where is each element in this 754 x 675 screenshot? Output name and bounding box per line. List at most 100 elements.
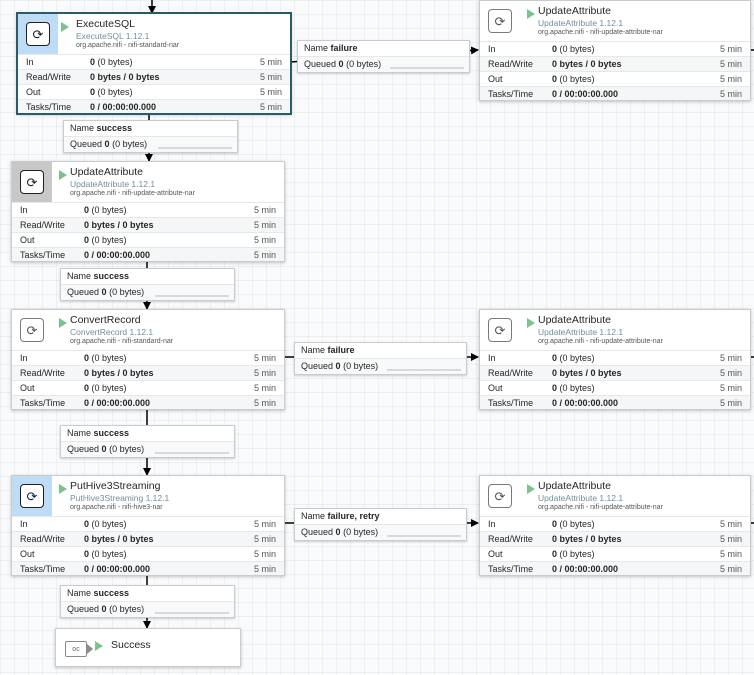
queue-bar (155, 612, 229, 614)
processor-icon: ⟳ (20, 318, 44, 342)
processor-bundle: org.apache.nifi - nifi-update-attribute-… (538, 338, 663, 345)
output-port-success[interactable]: oc Success (55, 628, 241, 667)
connection-name: Name success (67, 428, 130, 438)
processor-name: PutHive3Streaming (70, 480, 161, 492)
processor-icon: ⟳ (20, 484, 44, 508)
stat-out: Out 0 (0 bytes) 5 min (12, 380, 284, 395)
processor-update-attribute[interactable]: ⟳ UpdateAttribute UpdateAttribute 1.12.1… (11, 161, 285, 262)
running-icon (527, 318, 535, 328)
processor-icon: ⟳ (488, 484, 512, 508)
connection-failure-execute-sql[interactable]: Name failure Queued 0 (0 bytes) (297, 40, 470, 73)
processor-type: UpdateAttribute 1.12.1 (538, 493, 624, 503)
processor-update-attribute-bottom-right[interactable]: ⟳ UpdateAttribute UpdateAttribute 1.12.1… (479, 475, 751, 576)
stat-read-write: Read/Write 0 bytes / 0 bytes 5 min (18, 69, 290, 84)
stat-in: In 0 (0 bytes) 5 min (480, 350, 750, 365)
connection-failure-convert-record[interactable]: Name failure Queued 0 (0 bytes) (294, 342, 467, 375)
processor-icon: ⟳ (488, 9, 512, 33)
stat-tasks-time: Tasks/Time 0 / 00:00:00.000 5 min (480, 86, 750, 100)
processor-name: ConvertRecord (70, 314, 141, 326)
stat-out: Out 0 (0 bytes) 5 min (480, 71, 750, 86)
output-port-icon: oc (65, 641, 93, 657)
processor-bundle: org.apache.nifi - nifi-update-attribute-… (538, 29, 663, 36)
processor-icon: ⟳ (26, 22, 50, 46)
running-icon (61, 22, 69, 32)
stat-read-write: Read/Write 0 bytes / 0 bytes 5 min (12, 217, 284, 232)
connection-queued: Queued 0 (0 bytes) (295, 358, 466, 374)
processor-name: UpdateAttribute (538, 314, 611, 326)
output-port-name: Success (111, 639, 151, 651)
processor-execute-sql[interactable]: ⟳ ExecuteSQL ExecuteSQL 1.12.1 org.apach… (17, 13, 291, 114)
queue-bar (155, 295, 229, 297)
connection-name: Name failure (301, 345, 355, 355)
connection-name: Name failure, retry (301, 511, 380, 521)
connection-queued: Queued 0 (0 bytes) (64, 136, 237, 152)
stat-read-write: Read/Write 0 bytes / 0 bytes 5 min (480, 531, 750, 546)
connection-queued: Queued 0 (0 bytes) (61, 441, 234, 457)
stat-tasks-time: Tasks/Time 0 / 00:00:00.000 5 min (18, 99, 290, 113)
running-icon (95, 641, 103, 651)
running-icon (527, 9, 535, 19)
stat-tasks-time: Tasks/Time 0 / 00:00:00.000 5 min (12, 247, 284, 261)
stat-out: Out 0 (0 bytes) 5 min (480, 546, 750, 561)
running-icon (59, 170, 67, 180)
stat-tasks-time: Tasks/Time 0 / 00:00:00.000 5 min (12, 395, 284, 409)
connection-name: Name failure (304, 43, 358, 53)
processor-type: UpdateAttribute 1.12.1 (538, 18, 624, 28)
stat-read-write: Read/Write 0 bytes / 0 bytes 5 min (480, 56, 750, 71)
connection-queued: Queued 0 (0 bytes) (61, 284, 234, 300)
processor-type: ConvertRecord 1.12.1 (70, 327, 154, 337)
processor-bundle: org.apache.nifi - nifi-standard-nar (70, 338, 174, 345)
connection-queued: Queued 0 (0 bytes) (298, 56, 469, 72)
stat-in: In 0 (0 bytes) 5 min (12, 516, 284, 531)
processor-bundle: org.apache.nifi - nifi-standard-nar (76, 42, 180, 49)
running-icon (59, 484, 67, 494)
processor-name: UpdateAttribute (538, 480, 611, 492)
stat-out: Out 0 (0 bytes) 5 min (18, 84, 290, 99)
connection-name: Name success (67, 588, 130, 598)
stat-in: In 0 (0 bytes) 5 min (480, 516, 750, 531)
queue-bar (158, 147, 232, 149)
stat-out: Out 0 (0 bytes) 5 min (12, 546, 284, 561)
queue-bar (387, 535, 461, 537)
processor-type: UpdateAttribute 1.12.1 (70, 179, 156, 189)
connection-name: Name success (67, 271, 130, 281)
stat-tasks-time: Tasks/Time 0 / 00:00:00.000 5 min (480, 395, 750, 409)
stat-in: In 0 (0 bytes) 5 min (18, 54, 290, 69)
connection-success-convert-record[interactable]: Name success Queued 0 (0 bytes) (60, 425, 235, 458)
queue-bar (387, 369, 461, 371)
processor-name: UpdateAttribute (538, 5, 611, 17)
processor-icon: ⟳ (488, 318, 512, 342)
connection-failure-retry-put-hive[interactable]: Name failure, retry Queued 0 (0 bytes) (294, 508, 467, 541)
stat-tasks-time: Tasks/Time 0 / 00:00:00.000 5 min (12, 561, 284, 575)
connection-queued: Queued 0 (0 bytes) (295, 524, 466, 540)
stat-tasks-time: Tasks/Time 0 / 00:00:00.000 5 min (480, 561, 750, 575)
connection-name: Name success (70, 123, 133, 133)
processor-type: ExecuteSQL 1.12.1 (76, 31, 150, 41)
stat-in: In 0 (0 bytes) 5 min (480, 41, 750, 56)
stat-out: Out 0 (0 bytes) 5 min (480, 380, 750, 395)
processor-bundle: org.apache.nifi - nifi-update-attribute-… (70, 190, 195, 197)
stat-in: In 0 (0 bytes) 5 min (12, 202, 284, 217)
queue-bar (390, 67, 464, 69)
running-icon (59, 318, 67, 328)
connection-success-put-hive[interactable]: Name success Queued 0 (0 bytes) (60, 585, 235, 618)
processor-icon: ⟳ (20, 170, 44, 194)
processor-name: UpdateAttribute (70, 166, 143, 178)
running-icon (527, 484, 535, 494)
processor-update-attribute-top-right[interactable]: ⟳ UpdateAttribute UpdateAttribute 1.12.1… (479, 0, 751, 101)
connection-queued: Queued 0 (0 bytes) (61, 601, 234, 617)
processor-bundle: org.apache.nifi - nifi-hive3-nar (70, 504, 163, 511)
processor-type: UpdateAttribute 1.12.1 (538, 327, 624, 337)
processor-name: ExecuteSQL (76, 18, 135, 30)
queue-bar (155, 452, 229, 454)
connection-success-execute-sql[interactable]: Name success Queued 0 (0 bytes) (63, 120, 238, 153)
processor-put-hive3-streaming[interactable]: ⟳ PutHive3Streaming PutHive3Streaming 1.… (11, 475, 285, 576)
processor-convert-record[interactable]: ⟳ ConvertRecord ConvertRecord 1.12.1 org… (11, 309, 285, 410)
stat-in: In 0 (0 bytes) 5 min (12, 350, 284, 365)
stat-read-write: Read/Write 0 bytes / 0 bytes 5 min (480, 365, 750, 380)
connection-success-update-attribute[interactable]: Name success Queued 0 (0 bytes) (60, 268, 235, 301)
processor-update-attribute-mid-right[interactable]: ⟳ UpdateAttribute UpdateAttribute 1.12.1… (479, 309, 751, 410)
stat-out: Out 0 (0 bytes) 5 min (12, 232, 284, 247)
processor-type: PutHive3Streaming 1.12.1 (70, 493, 170, 503)
stat-read-write: Read/Write 0 bytes / 0 bytes 5 min (12, 365, 284, 380)
